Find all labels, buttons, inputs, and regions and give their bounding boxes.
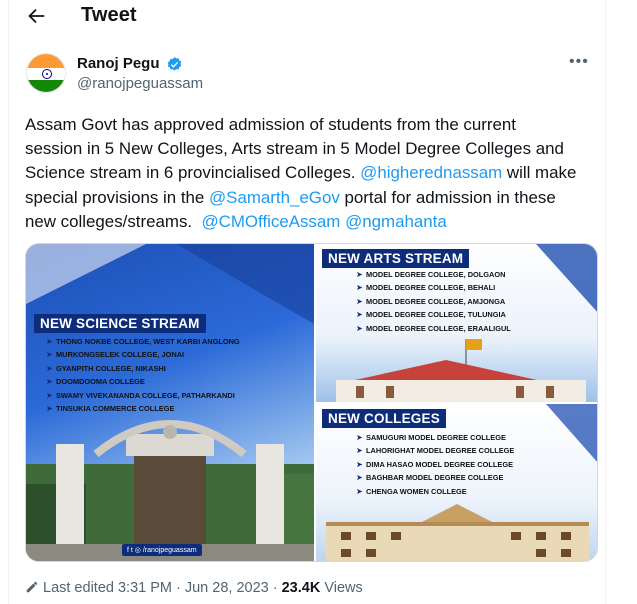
science-stream-banner: NEW SCIENCE STREAM bbox=[34, 314, 206, 333]
list-item: ➤ MODEL DEGREE COLLEGE, DOLGAON bbox=[356, 268, 511, 281]
author-handle[interactable]: @ranojpeguassam bbox=[77, 75, 203, 92]
author-name[interactable]: Ranoj Pegu bbox=[77, 55, 160, 72]
arrow-icon: ➤ bbox=[356, 296, 363, 306]
tweet-fragment: new colleges/streams. bbox=[25, 211, 193, 231]
list-item-label: TINSUKIA COMMERCE COLLEGE bbox=[56, 404, 175, 414]
arrow-icon: ➤ bbox=[356, 323, 363, 333]
back-arrow-icon[interactable] bbox=[25, 5, 47, 27]
list-item-label: BAGHBAR MODEL DEGREE COLLEGE bbox=[366, 473, 504, 483]
views-count: 23.4K bbox=[281, 580, 321, 596]
arrow-icon: ➤ bbox=[356, 486, 363, 496]
list-item: ➤ SWAMY VIVEKANANDA COLLEGE, PATHARKANDI bbox=[46, 389, 240, 402]
tweet-line: session in 5 New Colleges, Arts stream i… bbox=[25, 139, 564, 159]
arrow-icon: ➤ bbox=[356, 270, 363, 279]
tweet-fragment: Science stream in 6 provincialised Colle… bbox=[25, 163, 356, 183]
list-item: ➤ DOOMDOOMA COLLEGE bbox=[46, 375, 240, 388]
arrow-icon: ➤ bbox=[46, 363, 53, 373]
arrow-icon: ➤ bbox=[356, 459, 363, 469]
arts-stream-banner: NEW ARTS STREAM bbox=[322, 249, 470, 268]
arrow-icon: ➤ bbox=[46, 350, 53, 360]
list-item: ➤ LAHORIGHAT MODEL DEGREE COLLEGE bbox=[356, 444, 514, 457]
list-item-label: THONG NOKBE COLLEGE, WEST KARBI ANGLONG bbox=[56, 337, 240, 346]
mention-link[interactable]: @higherednassam bbox=[360, 163, 502, 182]
list-item: ➤ MURKONGSELEK COLLEGE, JONAI bbox=[46, 348, 240, 361]
mention-link[interactable]: @Samarth_eGov bbox=[209, 188, 340, 207]
list-item: ➤ THONG NOKBE COLLEGE, WEST KARBI ANGLONG bbox=[46, 335, 240, 348]
list-item: ➤ MODEL DEGREE COLLEGE, AMJONGA bbox=[356, 295, 511, 308]
list-item: ➤ GYANPITH COLLEGE, NIKASHI bbox=[46, 362, 240, 375]
list-item-label: LAHORIGHAT MODEL DEGREE COLLEGE bbox=[366, 446, 515, 456]
list-item: ➤ TINSUKIA COMMERCE COLLEGE bbox=[46, 402, 240, 415]
new-colleges-list: ➤ SAMUGURI MODEL DEGREE COLLEGE ➤ LAHORIGH… bbox=[356, 431, 514, 498]
list-item-label: SAMUGURI MODEL DEGREE COLLEGE bbox=[366, 433, 506, 442]
arrow-icon: ➤ bbox=[46, 390, 53, 400]
more-options-icon[interactable]: ••• bbox=[569, 53, 589, 71]
india-flag-icon bbox=[27, 54, 65, 92]
tweet-fragment: portal for admission in these bbox=[344, 187, 556, 207]
arrow-icon: ➤ bbox=[356, 446, 363, 456]
list-item: ➤ CHENGA WOMEN COLLEGE bbox=[356, 485, 514, 498]
list-item-label: MODEL DEGREE COLLEGE, TULUNGIA bbox=[366, 310, 506, 320]
media-image-science[interactable]: NEW SCIENCE STREAM ➤ THONG NOKBE COLLEGE,… bbox=[26, 244, 314, 561]
arrow-icon: ➤ bbox=[46, 377, 53, 387]
arrow-icon: ➤ bbox=[356, 310, 363, 320]
new-colleges-banner: NEW COLLEGES bbox=[322, 409, 446, 428]
tweet-media-grid[interactable]: NEW SCIENCE STREAM ➤ THONG NOKBE COLLEGE,… bbox=[25, 243, 598, 562]
avatar[interactable] bbox=[26, 53, 66, 93]
views-label: Views bbox=[324, 580, 363, 596]
arrow-icon: ➤ bbox=[356, 433, 363, 442]
list-item-label: MODEL DEGREE COLLEGE, DOLGAON bbox=[366, 270, 506, 279]
list-item: ➤ DIMA HASAO MODEL DEGREE COLLEGE bbox=[356, 458, 514, 471]
arrow-icon: ➤ bbox=[356, 473, 363, 483]
list-item: ➤ MODEL DEGREE COLLEGE, BEHALI bbox=[356, 281, 511, 294]
tweet-fragment: will make bbox=[506, 163, 577, 183]
arrow-icon: ➤ bbox=[46, 404, 53, 414]
science-stream-list: ➤ THONG NOKBE COLLEGE, WEST KARBI ANGLONG… bbox=[46, 335, 240, 415]
tweet-text: Assam Govt has approved admission of stu… bbox=[25, 113, 600, 234]
tweet-line: Science stream in 6 provincialised Colle… bbox=[25, 161, 600, 185]
arrow-icon: ➤ bbox=[356, 283, 363, 293]
list-item: ➤ MODEL DEGREE COLLEGE, TULUNGIA bbox=[356, 308, 511, 321]
list-item-label: CHENGA WOMEN COLLEGE bbox=[366, 486, 467, 496]
tweet-page: Tweet Ranoj Pegu @ranojpeguassam ••• Ass… bbox=[8, 0, 606, 604]
list-item-label: SWAMY VIVEKANANDA COLLEGE, PATHARKANDI bbox=[56, 390, 235, 400]
list-item: ➤ MODEL DEGREE COLLEGE, ERAALIGUL bbox=[356, 322, 511, 335]
verified-badge-icon bbox=[167, 57, 182, 71]
media-image-colleges[interactable]: NEW COLLEGES ➤ SAMUGURI MODEL DEGREE COLL… bbox=[316, 404, 597, 561]
media-image-arts[interactable]: NEW ARTS STREAM ➤ MODEL DEGREE COLLEGE, D… bbox=[316, 244, 597, 402]
list-item-label: MODEL DEGREE COLLEGE, BEHALI bbox=[366, 283, 496, 293]
list-item-label: DOOMDOOMA COLLEGE bbox=[56, 377, 145, 387]
list-item: ➤ BAGHBAR MODEL DEGREE COLLEGE bbox=[356, 471, 514, 484]
social-handle-text: /ranojpeguassam bbox=[142, 547, 197, 554]
edited-timestamp[interactable]: Last edited 3:31 PM · Jun 28, 2023 · bbox=[43, 580, 278, 596]
social-handle-banner: f t ◎ /ranojpeguassam bbox=[122, 544, 202, 556]
mention-link[interactable]: @CMOfficeAssam bbox=[202, 212, 341, 231]
arts-stream-list: ➤ MODEL DEGREE COLLEGE, DOLGAON ➤ MODEL DE… bbox=[356, 268, 511, 335]
list-item-label: MODEL DEGREE COLLEGE, AMJONGA bbox=[366, 296, 506, 306]
tweet-line: special provisions in the @Samarth_eGov … bbox=[25, 186, 600, 210]
list-item: ➤ SAMUGURI MODEL DEGREE COLLEGE bbox=[356, 431, 514, 444]
social-icons: f t ◎ bbox=[127, 547, 143, 554]
list-item-label: MURKONGSELEK COLLEGE, JONAI bbox=[56, 350, 185, 360]
tweet-line: new colleges/streams. @CMOfficeAssam @ng… bbox=[25, 210, 600, 234]
pencil-icon bbox=[26, 581, 38, 593]
mention-link[interactable]: @ngmahanta bbox=[345, 212, 447, 231]
tweet-fragment: special provisions in the bbox=[25, 187, 205, 207]
arrow-icon: ➤ bbox=[46, 337, 53, 346]
page-title: Tweet bbox=[81, 4, 137, 26]
list-item-label: MODEL DEGREE COLLEGE, ERAALIGUL bbox=[366, 323, 511, 333]
list-item-label: DIMA HASAO MODEL DEGREE COLLEGE bbox=[366, 459, 514, 469]
tweet-meta: Last edited 3:31 PM · Jun 28, 2023 · 23.… bbox=[25, 580, 363, 596]
list-item-label: GYANPITH COLLEGE, NIKASHI bbox=[56, 363, 166, 373]
tweet-line: Assam Govt has approved admission of stu… bbox=[25, 115, 516, 134]
top-bar: Tweet bbox=[9, 0, 607, 32]
